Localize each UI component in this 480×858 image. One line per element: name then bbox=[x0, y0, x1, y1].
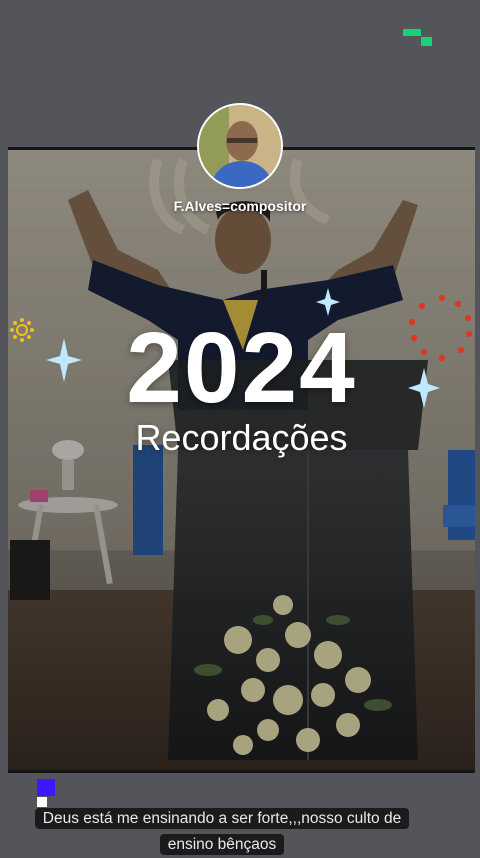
caption-text: Deus está me ensinando a ser forte,,,nos… bbox=[34, 808, 410, 855]
brand-mark-icon bbox=[403, 29, 433, 49]
sparkle-icon bbox=[408, 368, 440, 408]
caption-marker-icon bbox=[37, 779, 55, 807]
sparkle-icon bbox=[316, 288, 340, 316]
author-name[interactable]: F.Alves=compositor bbox=[140, 197, 340, 215]
avatar-photo bbox=[199, 105, 281, 187]
sun-icon bbox=[10, 318, 34, 342]
story-photo bbox=[8, 150, 475, 770]
dots-ring-icon bbox=[409, 295, 472, 361]
sparkle-icon bbox=[46, 338, 82, 382]
author-avatar[interactable] bbox=[197, 103, 283, 189]
story-caption: Deus está me ensinando a ser forte,,,nos… bbox=[22, 806, 422, 858]
story-media[interactable]: 2024 Recordações bbox=[8, 147, 475, 773]
recap-subtitle: Recordações bbox=[135, 417, 348, 458]
